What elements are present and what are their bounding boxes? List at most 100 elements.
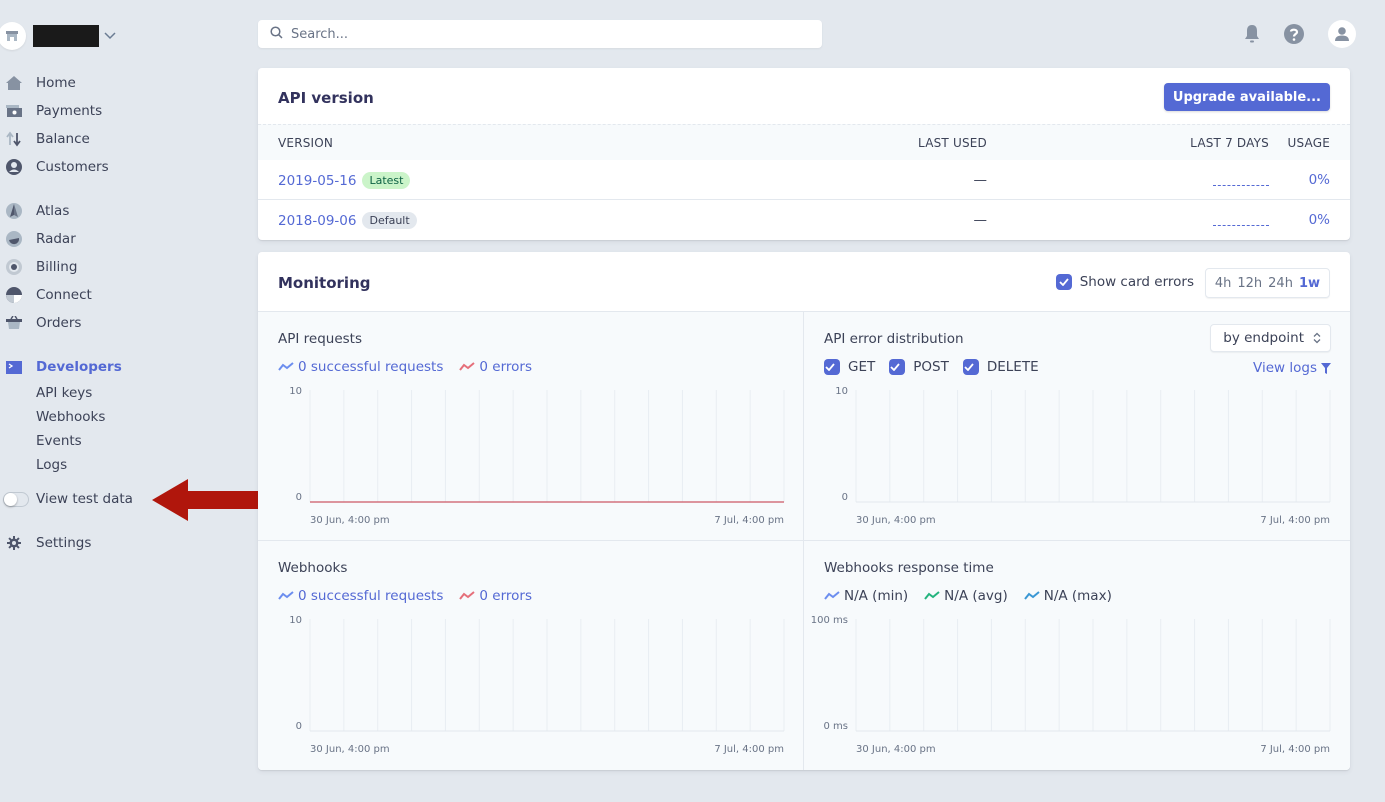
- x-tick-label: 30 Jun, 4:00 pm: [310, 744, 390, 755]
- test-data-label: View test data: [36, 491, 133, 507]
- table-row[interactable]: 2019-05-16 Latest — 0%: [258, 160, 1350, 200]
- search-icon: [270, 25, 283, 43]
- api-error-distribution-chart: 10 0 30 Jun, 4:00 pm 7 Jul, 4:00 pm: [835, 386, 1331, 526]
- sidebar-item-orders[interactable]: Orders: [0, 312, 81, 334]
- api-error-distribution-panel: API error distribution GET POST DELETE b…: [804, 312, 1350, 541]
- sidebar-item-label: Radar: [36, 231, 76, 247]
- sidebar-item-home[interactable]: Home: [0, 72, 76, 94]
- user-avatar-icon[interactable]: [1328, 20, 1356, 48]
- sidebar-item-label: Home: [36, 75, 76, 91]
- sidebar-item-settings[interactable]: Settings: [0, 532, 91, 554]
- sidebar-subitem-api-keys[interactable]: API keys: [36, 383, 92, 403]
- table-row[interactable]: 2018-09-06 Default — 0%: [258, 200, 1350, 240]
- developers-icon: [6, 359, 22, 375]
- version-link[interactable]: 2019-05-16: [278, 173, 356, 189]
- version-link[interactable]: 2018-09-06: [278, 213, 356, 229]
- sidebar-item-developers[interactable]: Developers: [0, 356, 122, 378]
- y-tick-label: 0: [842, 492, 848, 503]
- test-data-toggle[interactable]: [3, 491, 29, 507]
- show-card-errors-label: Show card errors: [1079, 274, 1194, 290]
- sidebar-item-payments[interactable]: Payments: [0, 100, 102, 122]
- sidebar-item-connect[interactable]: Connect: [0, 284, 92, 306]
- checkbox-checked-icon[interactable]: [1055, 274, 1072, 290]
- webhooks-response-time-panel: Webhooks response time N/A (min) N/A (av…: [804, 541, 1350, 770]
- help-icon[interactable]: [1284, 24, 1304, 44]
- sparkline: [1213, 174, 1269, 186]
- sidebar-item-balance[interactable]: Balance: [0, 128, 90, 150]
- column-last-7-days: LAST 7 DAYS: [1190, 136, 1269, 150]
- usage-cell: 0%: [1308, 212, 1330, 228]
- store-icon: [0, 22, 26, 50]
- x-tick-label: 7 Jul, 4:00 pm: [714, 744, 784, 755]
- column-usage: USAGE: [1287, 136, 1330, 150]
- sidebar-item-label: Developers: [36, 359, 122, 375]
- webhooks-response-time-chart: 100 ms 0 ms 30 Jun, 4:00 pm 7 Jul, 4:00 pm: [811, 615, 1331, 755]
- account-name-redacted: [33, 25, 99, 47]
- balance-icon: [6, 131, 22, 147]
- radar-icon: [6, 231, 22, 247]
- payments-icon: [6, 103, 22, 119]
- sidebar-item-radar[interactable]: Radar: [0, 228, 76, 250]
- monitoring-card: Monitoring Show card errors 4h 12h 24h 1…: [258, 252, 1350, 770]
- range-1w[interactable]: 1w: [1299, 276, 1320, 291]
- webhooks-chart: 10 0 30 Jun, 4:00 pm 7 Jul, 4:00 pm: [289, 615, 785, 755]
- monitoring-title: Monitoring: [278, 274, 371, 292]
- customers-icon: [6, 159, 22, 175]
- x-tick-label: 30 Jun, 4:00 pm: [310, 515, 390, 526]
- usage-cell: 0%: [1308, 172, 1330, 188]
- status-badge: Default: [362, 212, 417, 229]
- sidebar-item-label: Billing: [36, 259, 78, 275]
- range-24h[interactable]: 24h: [1268, 276, 1293, 291]
- webhooks-panel: Webhooks 0 successful requests 0 errors …: [258, 541, 804, 770]
- y-tick-label: 10: [289, 615, 302, 626]
- search-input[interactable]: [291, 26, 791, 42]
- y-tick-label: 0: [296, 492, 302, 503]
- billing-icon: [6, 259, 22, 275]
- account-switcher[interactable]: [0, 21, 116, 51]
- column-last-used: LAST USED: [918, 136, 987, 150]
- range-12h[interactable]: 12h: [1237, 276, 1262, 291]
- column-version: VERSION: [278, 136, 334, 150]
- view-test-data-row[interactable]: View test data: [0, 488, 133, 510]
- api-version-card: API version Upgrade available... VERSION…: [258, 68, 1350, 240]
- sidebar-item-label: Payments: [36, 103, 103, 119]
- atlas-icon: [6, 203, 22, 219]
- y-tick-label: 0 ms: [824, 721, 849, 732]
- connect-icon: [6, 287, 22, 303]
- last-used-cell: —: [973, 212, 988, 228]
- sidebar-item-label: Balance: [36, 131, 90, 147]
- orders-icon: [6, 315, 22, 331]
- version-cell[interactable]: 2018-09-06 Default: [278, 212, 417, 229]
- x-tick-label: 7 Jul, 4:00 pm: [1260, 515, 1330, 526]
- x-tick-label: 30 Jun, 4:00 pm: [856, 515, 936, 526]
- status-badge: Latest: [362, 172, 411, 189]
- table-header: VERSION LAST USED LAST 7 DAYS USAGE: [258, 124, 1350, 160]
- search-bar[interactable]: [258, 20, 822, 48]
- sidebar-item-label: Settings: [36, 535, 92, 551]
- chevron-down-icon[interactable]: [104, 29, 116, 43]
- show-card-errors-checkbox[interactable]: Show card errors: [1055, 274, 1194, 290]
- sidebar-item-billing[interactable]: Billing: [0, 256, 77, 278]
- range-4h[interactable]: 4h: [1215, 276, 1232, 291]
- sidebar-item-customers[interactable]: Customers: [0, 156, 109, 178]
- sidebar-item-atlas[interactable]: Atlas: [0, 200, 69, 222]
- monitoring-header: Monitoring Show card errors 4h 12h 24h 1…: [258, 252, 1350, 312]
- sidebar-subitem-events[interactable]: Events: [36, 431, 82, 451]
- upgrade-available-button[interactable]: Upgrade available...: [1163, 83, 1330, 111]
- bell-icon[interactable]: [1240, 24, 1264, 44]
- y-tick-label: 10: [289, 386, 302, 397]
- api-version-title: API version: [278, 89, 374, 107]
- y-tick-label: 0: [296, 721, 302, 732]
- api-requests-panel: API requests 0 successful requests 0 err…: [258, 312, 804, 541]
- x-tick-label: 7 Jul, 4:00 pm: [714, 515, 784, 526]
- sparkline: [1213, 214, 1269, 226]
- version-cell[interactable]: 2019-05-16 Latest: [278, 172, 411, 189]
- gear-icon: [6, 535, 22, 551]
- sidebar-subitem-logs[interactable]: Logs: [36, 455, 67, 475]
- sidebar: Home Payments Balance Customers Atlas Ra…: [0, 0, 240, 802]
- sidebar-subitem-webhooks[interactable]: Webhooks: [36, 407, 105, 427]
- home-icon: [6, 75, 22, 91]
- sidebar-item-label: Customers: [36, 159, 109, 175]
- sidebar-item-label: Orders: [36, 315, 82, 331]
- x-tick-label: 7 Jul, 4:00 pm: [1260, 744, 1330, 755]
